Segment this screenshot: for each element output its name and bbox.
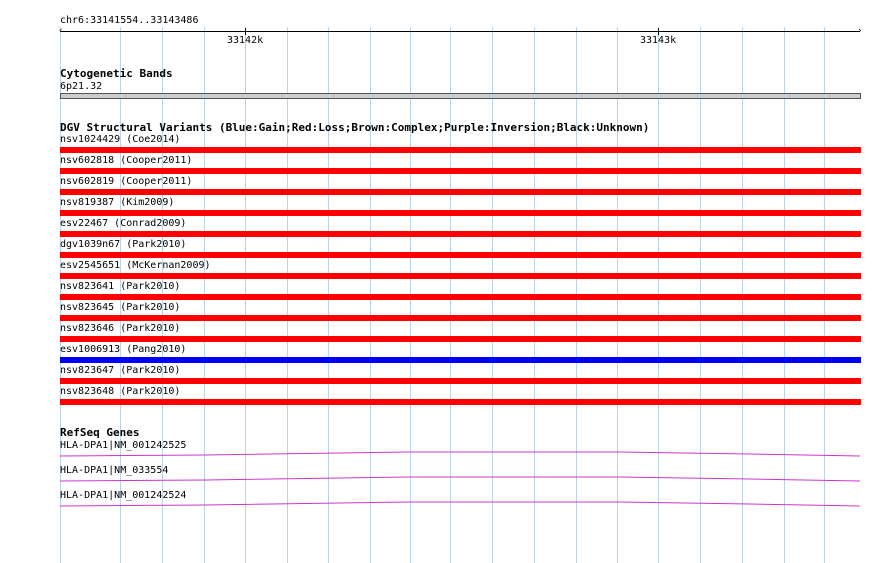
cytoband-label: 6p21.32 xyxy=(60,81,103,92)
variant-bar[interactable] xyxy=(60,168,861,174)
variant-label[interactable]: esv22467 (Conrad2009) xyxy=(60,218,186,229)
refseq-track-title: RefSeq Genes xyxy=(60,426,140,439)
gene-intron-line xyxy=(59,476,861,482)
variant-label[interactable]: esv2545651 (McKernan2009) xyxy=(60,260,211,271)
variant-label[interactable]: nsv602819 (Cooper2011) xyxy=(60,176,192,187)
variant-bar[interactable] xyxy=(60,273,861,279)
gene-model[interactable] xyxy=(59,451,861,459)
variant-label[interactable]: nsv819387 (Kim2009) xyxy=(60,197,174,208)
gene-model[interactable] xyxy=(59,501,861,509)
gene-intron-line xyxy=(59,451,861,457)
variant-bar[interactable] xyxy=(60,357,861,363)
dgv-track-title: DGV Structural Variants (Blue:Gain;Red:L… xyxy=(60,121,650,134)
variant-bar[interactable] xyxy=(60,210,861,216)
variant-bar[interactable] xyxy=(60,294,861,300)
variant-label[interactable]: nsv602818 (Cooper2011) xyxy=(60,155,192,166)
gene-label[interactable]: HLA-DPA1|NM_033554 xyxy=(60,465,168,476)
ruler-tick xyxy=(245,28,246,35)
gene-label[interactable]: HLA-DPA1|NM_001242525 xyxy=(60,440,186,451)
variant-label[interactable]: nsv823648 (Park2010) xyxy=(60,386,180,397)
ruler-axis[interactable] xyxy=(60,31,860,32)
variant-bar[interactable] xyxy=(60,336,861,342)
variant-label[interactable]: esv1006913 (Pang2010) xyxy=(60,344,186,355)
cytoband-bar[interactable] xyxy=(60,93,861,99)
ruler-right-arrow-icon[interactable]: › xyxy=(857,27,862,36)
region-label: chr6:33141554..33143486 xyxy=(60,15,199,26)
cytoband-track-title: Cytogenetic Bands xyxy=(60,67,173,80)
gene-model[interactable] xyxy=(59,476,861,484)
variant-bar[interactable] xyxy=(60,231,861,237)
variant-bar[interactable] xyxy=(60,315,861,321)
gene-intron-line xyxy=(59,501,861,507)
ruler-tick-label: 33143k xyxy=(640,35,677,46)
variant-label[interactable]: nsv1024429 (Coe2014) xyxy=(60,134,180,145)
ruler-tick-label: 33142k xyxy=(227,35,264,46)
variant-label[interactable]: nsv823641 (Park2010) xyxy=(60,281,180,292)
variant-label[interactable]: nsv823646 (Park2010) xyxy=(60,323,180,334)
variant-label[interactable]: dgv1039n67 (Park2010) xyxy=(60,239,186,250)
variant-bar[interactable] xyxy=(60,252,861,258)
ruler-tick xyxy=(658,28,659,35)
variant-bar[interactable] xyxy=(60,189,861,195)
variant-label[interactable]: nsv823645 (Park2010) xyxy=(60,302,180,313)
gene-label[interactable]: HLA-DPA1|NM_001242524 xyxy=(60,490,186,501)
variant-label[interactable]: nsv823647 (Park2010) xyxy=(60,365,180,376)
variant-bar[interactable] xyxy=(60,399,861,405)
variant-bar[interactable] xyxy=(60,378,861,384)
variant-bar[interactable] xyxy=(60,147,861,153)
